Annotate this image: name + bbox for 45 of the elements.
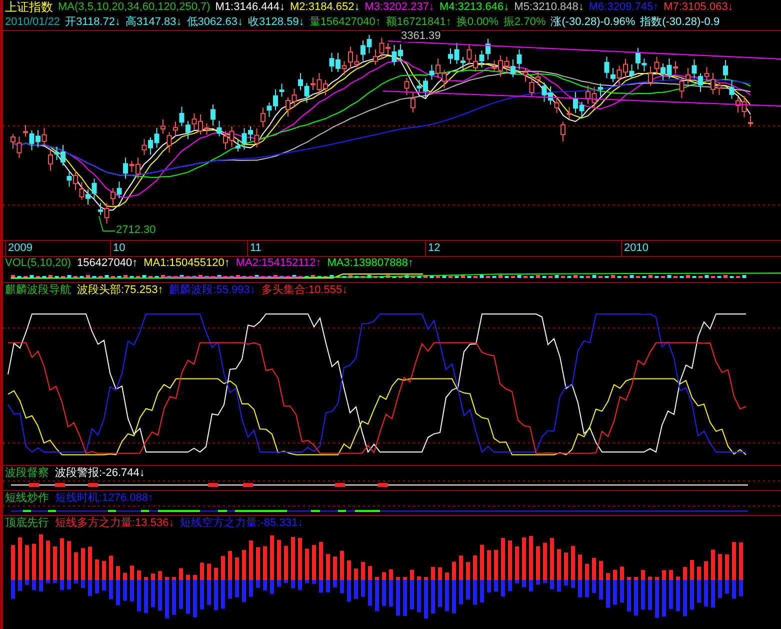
indicator-title: VOL(5,10,20) xyxy=(5,256,72,272)
index-name: 上证指数 xyxy=(5,0,53,15)
candlestick xyxy=(560,121,566,142)
axis-label: 2010 xyxy=(624,242,648,255)
axis-label: 10 xyxy=(113,242,126,255)
legend-text: M7:3105.063↓ xyxy=(664,0,734,15)
quote-value: 振2.70% xyxy=(504,15,546,30)
price-label: 2712.30 xyxy=(116,224,156,236)
quote-value: 量156427040↑ xyxy=(309,15,381,30)
legend-text: MA1:150455120↑ xyxy=(144,256,230,272)
legend-text: M5:3210.848↓ xyxy=(514,0,584,15)
quote-date: 2010/01/22 xyxy=(5,15,60,30)
axis-label: 12 xyxy=(428,242,440,255)
indicator-title: 波段督察 xyxy=(5,466,49,481)
legend-text: 波段头部:75.253↑ xyxy=(77,282,164,298)
leader-line xyxy=(98,216,116,232)
quote-value: 换0.00% xyxy=(456,15,499,30)
legend-text: 多头集合:10.555↓ xyxy=(261,283,348,298)
quote-value: 涨(-30.28)-0.96% xyxy=(550,15,636,30)
legend-text: 波段警报:-26.744↓ xyxy=(55,466,145,481)
quote-value: 低3062.63↓ xyxy=(186,15,244,30)
legend-text: 短线多方之力量:13.536↓ xyxy=(55,516,174,531)
legend-text: 短线空方之力量:-85.331↓ xyxy=(180,516,304,531)
quote-value: 指数(-30.28)-0.9 xyxy=(640,15,720,30)
quote-value: 收3128.59↓ xyxy=(248,15,304,30)
price-label: 3361.39 xyxy=(401,30,441,42)
quote-value: 高3147.83↓ xyxy=(126,15,182,30)
legend-text: M4:3213.646↓ xyxy=(439,0,510,15)
legend-text: M2:3184.652↓ xyxy=(290,0,360,15)
legend-text: M1:3146.444↓ xyxy=(215,0,285,15)
indicator-title: 顶底先行 xyxy=(5,516,49,531)
legend-text: MA(3,5,10,20,34,60,120,250,7) xyxy=(58,0,210,15)
indicator-title: 麒麟波段导航 xyxy=(5,282,71,298)
quote-value: 额16721841↑ xyxy=(386,15,452,30)
legend-text: M3:3202.237↓ xyxy=(364,0,434,15)
legend-text: 麒麟波段:55.993↓ xyxy=(169,282,256,298)
legend-text: MA3:139807888↑ xyxy=(327,256,414,272)
indicator-title: 短线炒作 xyxy=(5,490,49,506)
legend-text: 短线时机:1276.088↑ xyxy=(55,490,154,506)
axis-label: 11 xyxy=(250,242,262,255)
axis-label: 2009 xyxy=(8,242,32,255)
legend-text: MA2:154152112↑ xyxy=(236,256,322,272)
legend-text: 156427040↑ xyxy=(77,256,138,272)
quote-value: 开3118.72↓ xyxy=(65,15,121,30)
legend-text: M6:3209.745↑ xyxy=(588,0,659,15)
